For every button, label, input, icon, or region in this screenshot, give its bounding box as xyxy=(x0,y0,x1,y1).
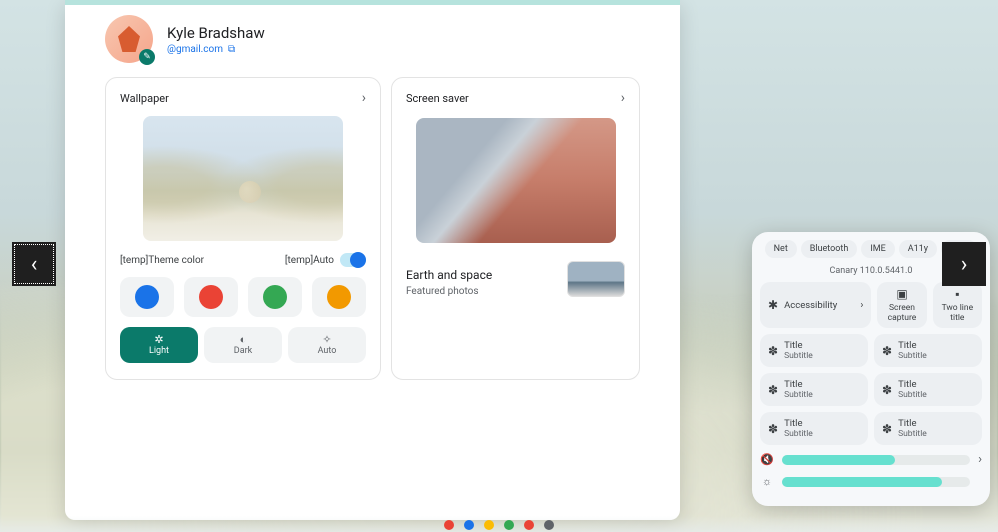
qs-tile-3[interactable]: ✽ TitleSubtitle xyxy=(874,373,982,406)
tile-sub: Subtitle xyxy=(784,429,813,439)
qs-tile-screen-capture[interactable]: ▣ Screen capture xyxy=(877,282,926,328)
theme-color-red[interactable] xyxy=(184,277,238,317)
tile-sub: Subtitle xyxy=(898,351,927,361)
theme-mode-auto[interactable]: ✧ Auto xyxy=(288,327,366,363)
screensaver-header[interactable]: Screen saver › xyxy=(406,90,625,106)
theme-color-blue[interactable] xyxy=(120,277,174,317)
qs-tile-5[interactable]: ✽ TitleSubtitle xyxy=(874,412,982,445)
tile-icon: ✽ xyxy=(768,383,778,397)
volume-slider[interactable] xyxy=(782,455,970,465)
theme-mode-dark[interactable]: ◐ Dark xyxy=(204,327,282,363)
screensaver-preview[interactable] xyxy=(416,118,616,243)
screensaver-title: Earth and space xyxy=(406,268,492,282)
personalization-window: ✎ Kyle Bradshaw @gmail.com ⧉ Wallpaper ›… xyxy=(65,0,680,520)
edit-avatar-icon[interactable]: ✎ xyxy=(139,49,155,65)
qs-tile-accessibility[interactable]: ✱ Accessibility › xyxy=(760,282,871,328)
wallpaper-card: Wallpaper › [temp]Theme color [temp]Auto xyxy=(105,77,381,380)
wallpaper-header-label: Wallpaper xyxy=(120,92,169,105)
qs-accessibility-label: Accessibility xyxy=(784,300,837,311)
qs-tile-two-line[interactable]: ▪ Two line title xyxy=(933,282,982,328)
theme-auto-label: [temp]Auto xyxy=(285,255,334,266)
qs-tile-1[interactable]: ✽ TitleSubtitle xyxy=(874,334,982,367)
qs-two-line-label: Two line title xyxy=(936,303,979,323)
gallery-next-button[interactable]: › xyxy=(942,242,986,286)
screensaver-subtitle: Featured photos xyxy=(406,286,492,297)
qs-tile-0[interactable]: ✽ TitleSubtitle xyxy=(760,334,868,367)
tile-title: Title xyxy=(898,418,927,429)
mode-auto-label: Auto xyxy=(318,346,337,356)
qs-tile-4[interactable]: ✽ TitleSubtitle xyxy=(760,412,868,445)
tile-sub: Subtitle xyxy=(784,390,813,400)
tile-sub: Subtitle xyxy=(898,429,927,439)
shelf-apps xyxy=(444,520,554,530)
sun-icon: ✲ xyxy=(154,334,163,345)
tile-icon: ✽ xyxy=(882,383,892,397)
tile-sub: Subtitle xyxy=(784,351,813,361)
theme-color-orange[interactable] xyxy=(312,277,366,317)
qs-pill-ime[interactable]: IME xyxy=(861,240,894,258)
tile-icon: ✽ xyxy=(882,422,892,436)
volume-mute-icon[interactable]: 🔇 xyxy=(760,453,774,466)
tile-title: Title xyxy=(784,379,813,390)
avatar[interactable]: ✎ xyxy=(105,15,153,63)
user-email-text: @gmail.com xyxy=(167,44,223,55)
volume-more-icon[interactable]: › xyxy=(978,452,982,467)
tile-title: Title xyxy=(784,418,813,429)
qs-pill-a11y[interactable]: A11y xyxy=(899,240,937,258)
screensaver-thumbnail[interactable] xyxy=(567,261,625,297)
theme-color-label: [temp]Theme color xyxy=(120,255,204,266)
theme-auto-toggle[interactable] xyxy=(340,253,366,267)
brightness-icon[interactable]: ☼ xyxy=(760,475,774,488)
wallpaper-header[interactable]: Wallpaper › xyxy=(120,90,366,106)
theme-mode-light[interactable]: ✲ Light xyxy=(120,327,198,363)
tile-title: Title xyxy=(898,340,927,351)
tile-icon: ▪ xyxy=(955,287,959,301)
screensaver-header-label: Screen saver xyxy=(406,92,469,105)
user-name: Kyle Bradshaw xyxy=(167,24,265,42)
screensaver-card: Screen saver › Earth and space Featured … xyxy=(391,77,640,380)
tile-sub: Subtitle xyxy=(898,390,927,400)
tile-icon: ✽ xyxy=(768,344,778,358)
tile-title: Title xyxy=(898,379,927,390)
chevron-right-icon: › xyxy=(362,90,366,106)
qs-pill-bluetooth[interactable]: Bluetooth xyxy=(801,240,858,258)
qs-pill-net[interactable]: Net xyxy=(765,240,797,258)
accessibility-icon: ✱ xyxy=(768,298,778,312)
gallery-prev-button[interactable]: ‹ xyxy=(12,242,56,286)
tile-icon: ✽ xyxy=(768,422,778,436)
chevron-right-icon: › xyxy=(860,300,863,311)
mode-dark-label: Dark xyxy=(234,346,252,356)
chevron-right-icon: › xyxy=(621,90,625,106)
qs-screen-capture-label: Screen capture xyxy=(880,303,923,323)
tile-icon: ✽ xyxy=(882,344,892,358)
screen-capture-icon: ▣ xyxy=(896,287,907,301)
brightness-slider[interactable] xyxy=(782,477,970,487)
user-header: ✎ Kyle Bradshaw @gmail.com ⧉ xyxy=(65,5,680,67)
mode-light-label: Light xyxy=(149,346,169,356)
qs-tile-2[interactable]: ✽ TitleSubtitle xyxy=(760,373,868,406)
auto-icon: ✧ xyxy=(322,334,331,345)
theme-color-green[interactable] xyxy=(248,277,302,317)
external-link-icon: ⧉ xyxy=(228,44,235,55)
wallpaper-preview[interactable] xyxy=(143,116,343,241)
tile-title: Title xyxy=(784,340,813,351)
shelf xyxy=(0,516,998,532)
moon-icon: ◐ xyxy=(240,334,247,345)
user-email-link[interactable]: @gmail.com ⧉ xyxy=(167,44,265,55)
